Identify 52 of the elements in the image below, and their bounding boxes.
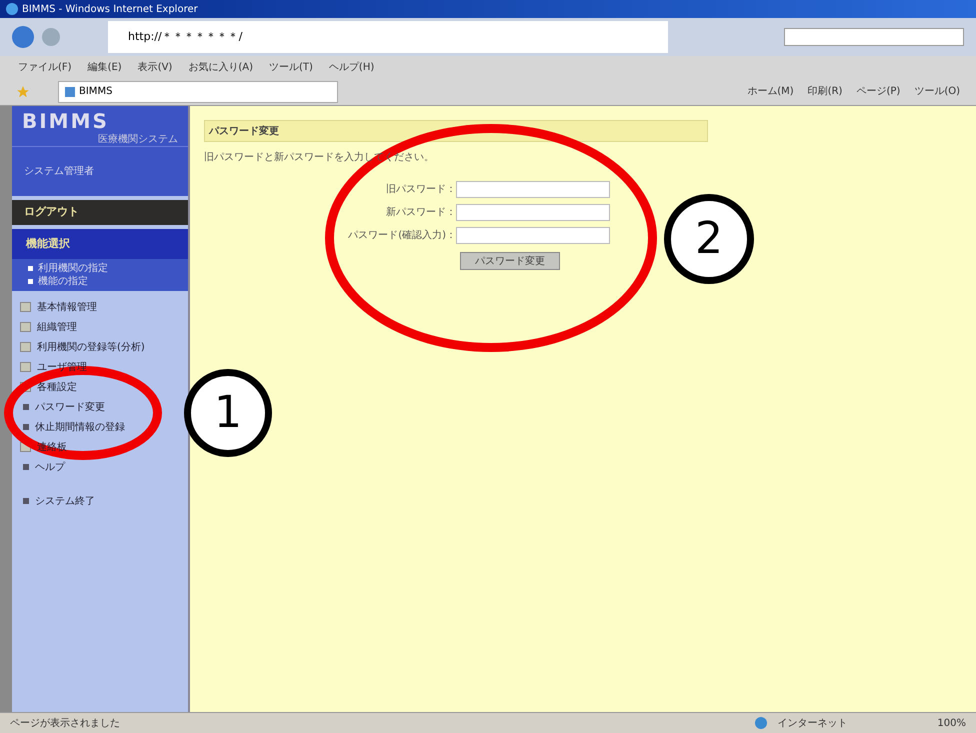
toolbar-button[interactable]: 印刷(R) <box>808 84 842 99</box>
logout-button[interactable]: ログアウト <box>12 200 188 225</box>
sidebar-link[interactable]: 基本情報管理 <box>37 300 97 314</box>
sidebar-link[interactable]: 休止期間情報の登録 <box>35 420 125 434</box>
password-field[interactable] <box>456 227 610 244</box>
user-name: システム管理者 <box>24 164 94 179</box>
folder-icon <box>20 322 31 332</box>
page-heading: パスワード変更 <box>209 124 279 138</box>
toolbar-button[interactable]: ホーム(M) <box>747 84 794 99</box>
zoom-level[interactable]: 100% <box>937 716 966 730</box>
logo: BIMMS <box>22 110 110 132</box>
field-label: 新パスワード： <box>385 206 456 220</box>
status-text: ページが表示されました <box>10 716 120 730</box>
logo-subtitle: 医療機関システム <box>98 132 178 147</box>
menu-item[interactable]: 編集(E) <box>88 60 122 74</box>
browser-tab[interactable]: BIMMS <box>58 80 338 102</box>
menu-item[interactable]: ファイル(F) <box>18 60 72 74</box>
folder-icon <box>20 342 31 352</box>
change-password-button[interactable]: パスワード変更 <box>460 252 560 270</box>
address-field[interactable]: http://＊＊＊＊＊＊＊/ <box>108 21 668 53</box>
search-field[interactable] <box>784 28 964 46</box>
menu-item[interactable]: お気に入り(A) <box>188 60 253 74</box>
toolbar-button[interactable]: ページ(P) <box>856 84 900 99</box>
star-icon[interactable] <box>16 84 30 98</box>
menu-item[interactable]: ツール(T) <box>269 60 313 74</box>
bullet-icon <box>23 464 29 470</box>
sidebar-link[interactable]: ヘルプ <box>35 460 65 474</box>
bullet-icon <box>23 404 29 410</box>
password-field[interactable] <box>456 204 610 221</box>
folder-icon <box>20 302 31 312</box>
sidebar-link[interactable]: 各種設定 <box>37 380 77 394</box>
window-title: BIMMS - Windows Internet Explorer <box>22 2 198 16</box>
password-field[interactable] <box>456 181 610 198</box>
sidebar-link[interactable]: 利用機関の登録等(分析) <box>37 340 145 354</box>
sidebar-link[interactable]: 組織管理 <box>37 320 77 334</box>
bullet-icon <box>23 498 29 504</box>
sidebar-link[interactable]: 利用機関の指定 <box>38 262 108 274</box>
toolbar-button[interactable]: ツール(O) <box>914 84 960 99</box>
field-label: 旧パスワード： <box>385 182 456 197</box>
sidebar-link[interactable]: システム終了 <box>35 494 95 508</box>
bullet-icon <box>28 279 33 284</box>
page-icon <box>65 86 75 96</box>
section-title: 機能選択 <box>26 236 70 252</box>
zone-label: インターネット <box>777 716 848 730</box>
bullet-icon <box>23 424 29 430</box>
bullet-icon <box>28 266 33 271</box>
menu-item[interactable]: 表示(V) <box>138 60 172 74</box>
field-label: パスワード(確認入力)： <box>347 228 456 243</box>
sidebar-link[interactable]: 機能の指定 <box>38 276 88 288</box>
menu-item[interactable]: ヘルプ(H) <box>328 60 374 74</box>
folder-icon <box>20 362 31 372</box>
sidebar-link[interactable]: パスワード変更 <box>35 400 105 414</box>
